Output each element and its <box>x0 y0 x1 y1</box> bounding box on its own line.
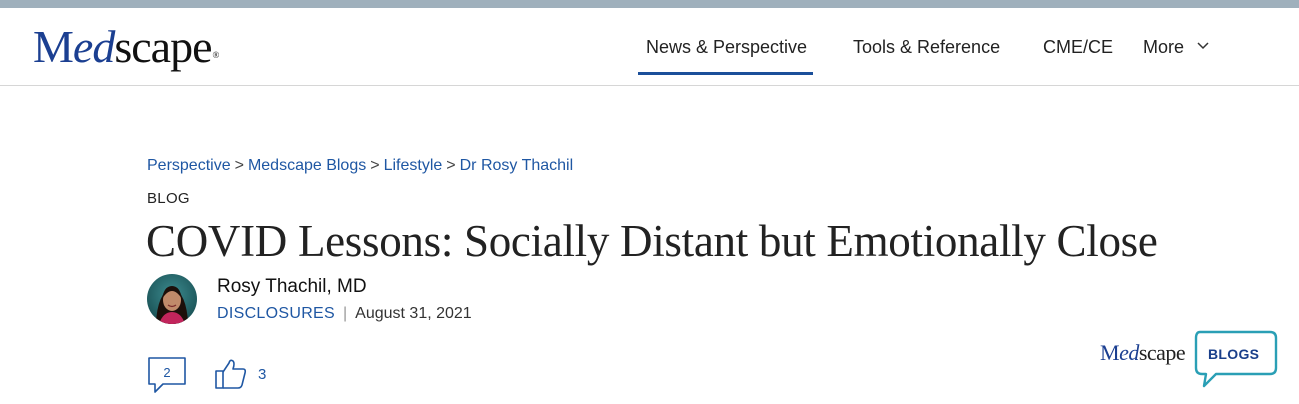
article-title: COVID Lessons: Socially Distant but Emot… <box>146 216 1158 266</box>
breadcrumb: Perspective > Medscape Blogs > Lifestyle > Dr … <box>147 157 573 175</box>
meta-separator: | <box>343 305 348 322</box>
breadcrumb-separator: > <box>370 157 380 174</box>
comments-count: 2 <box>163 365 171 380</box>
breadcrumb-author[interactable]: Dr Rosy Thachil <box>460 157 574 174</box>
nav-tools-reference[interactable]: Tools & Reference <box>853 8 1000 85</box>
publish-date: August 31, 2021 <box>355 305 472 322</box>
breadcrumb-lifestyle[interactable]: Lifestyle <box>384 157 443 174</box>
top-accent-bar <box>0 0 1299 8</box>
breadcrumb-separator: > <box>234 157 244 174</box>
like-button[interactable]: 3 <box>214 357 266 391</box>
nav-more[interactable]: More <box>1143 8 1209 85</box>
blogs-logo-letters-ed: ed <box>1119 340 1139 365</box>
blogs-logo-letter-m: M <box>1100 340 1120 365</box>
nav-news-perspective[interactable]: News & Perspective <box>637 8 814 85</box>
logo-letters-scape: scape <box>114 21 212 72</box>
author-photo <box>147 274 197 324</box>
section-label: BLOG <box>147 190 190 207</box>
likes-count: 3 <box>258 366 267 383</box>
nav-more-label: More <box>1143 37 1185 57</box>
logo-letter-m: M <box>33 21 74 72</box>
medscape-blogs-logo: Medscape BLOGS <box>1098 328 1278 388</box>
breadcrumb-separator: > <box>446 157 456 174</box>
blogs-logo-tag: BLOGS <box>1208 346 1260 362</box>
breadcrumb-medscape-blogs[interactable]: Medscape Blogs <box>248 157 366 174</box>
comments-button[interactable]: 2 <box>147 356 187 396</box>
logo-registered-mark: ® <box>212 50 219 60</box>
chevron-down-icon <box>1197 42 1209 50</box>
logo-letters-ed: ed <box>72 21 115 72</box>
blogs-logo-brand: Medscape <box>1100 340 1186 366</box>
thumbs-up-icon <box>215 359 247 389</box>
breadcrumb-perspective[interactable]: Perspective <box>147 157 231 174</box>
nav-cme-ce[interactable]: CME/CE <box>1043 8 1113 85</box>
disclosures-link[interactable]: DISCLOSURES <box>217 305 335 322</box>
article-meta: DISCLOSURES | August 31, 2021 <box>217 305 472 323</box>
medscape-logo[interactable]: Medscape® <box>33 21 219 72</box>
author-name[interactable]: Rosy Thachil, MD <box>217 276 367 298</box>
site-header: Medscape® News & Perspective Tools & Ref… <box>0 8 1299 86</box>
blogs-logo-letters-scape: scape <box>1138 340 1186 365</box>
author-avatar[interactable] <box>147 274 197 324</box>
